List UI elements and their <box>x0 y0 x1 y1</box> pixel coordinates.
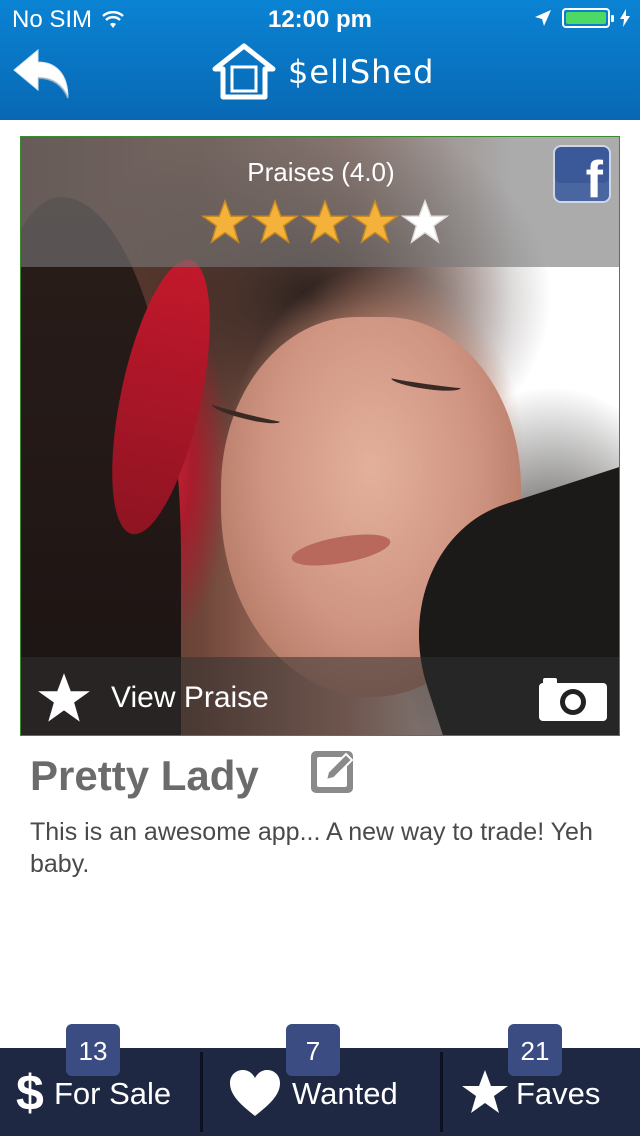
camera-icon <box>539 678 607 721</box>
praise-overlay: Praises (4.0) f <box>21 137 619 267</box>
praise-title: Praises (4.0) <box>247 157 395 187</box>
facebook-icon: f <box>585 151 603 203</box>
tab-divider <box>440 1052 443 1132</box>
facebook-share-button[interactable]: f <box>553 145 611 203</box>
view-praise-button[interactable]: View Praise <box>35 671 269 725</box>
item-description: This is an awesome app... A new way to t… <box>30 818 593 878</box>
item-photo[interactable]: Praises (4.0) f View Praise <box>20 136 620 736</box>
star-filled-icon <box>301 199 349 244</box>
tab-faves[interactable]: 21 Faves <box>444 1024 640 1136</box>
faves-label: Faves <box>516 1076 601 1111</box>
tab-for-sale[interactable]: 13 $ For Sale <box>0 1024 200 1136</box>
dollar-icon: $ <box>16 1065 44 1121</box>
app-logo: $ellShed <box>212 42 434 102</box>
photo-bottom-bar: View Praise <box>21 657 619 735</box>
wanted-count-badge: 7 <box>286 1024 340 1076</box>
location-arrow-icon <box>535 10 551 26</box>
house-dollar-icon <box>212 43 276 100</box>
battery-icon <box>562 8 614 28</box>
wanted-label: Wanted <box>292 1076 398 1111</box>
app-name: $ellShed <box>288 53 435 91</box>
edit-icon <box>311 751 354 793</box>
star-filled-icon <box>351 199 399 244</box>
faves-count-badge: 21 <box>508 1024 562 1076</box>
star-filled-icon <box>201 199 249 244</box>
item-title: Pretty Lady <box>30 752 259 799</box>
star-empty-icon <box>401 199 449 244</box>
star-filled-icon <box>251 199 299 244</box>
status-right <box>534 8 630 28</box>
star-icon <box>38 673 90 722</box>
heart-icon <box>230 1070 280 1116</box>
charging-bolt-icon <box>620 9 630 27</box>
tab-wanted[interactable]: 7 Wanted <box>204 1024 440 1136</box>
tab-divider <box>200 1052 203 1132</box>
for-sale-label: For Sale <box>54 1076 172 1111</box>
edit-button[interactable] <box>308 746 358 796</box>
camera-button[interactable] <box>539 675 607 721</box>
bottom-tab-bar: 13 $ For Sale 7 Wanted 21 Faves <box>0 1024 640 1136</box>
star-icon <box>462 1070 508 1113</box>
status-bar: No SIM 12:00 pm <box>0 0 640 40</box>
navigation-bar: $ellShed <box>0 40 640 120</box>
item-title-row: Pretty Lady <box>30 746 354 806</box>
back-arrow-icon <box>13 48 69 99</box>
view-praise-label: View Praise <box>111 681 269 714</box>
for-sale-count-badge: 13 <box>66 1024 120 1076</box>
app-header: No SIM 12:00 pm $ellShed <box>0 0 640 120</box>
rating-stars <box>201 199 449 245</box>
back-button[interactable] <box>10 48 74 102</box>
